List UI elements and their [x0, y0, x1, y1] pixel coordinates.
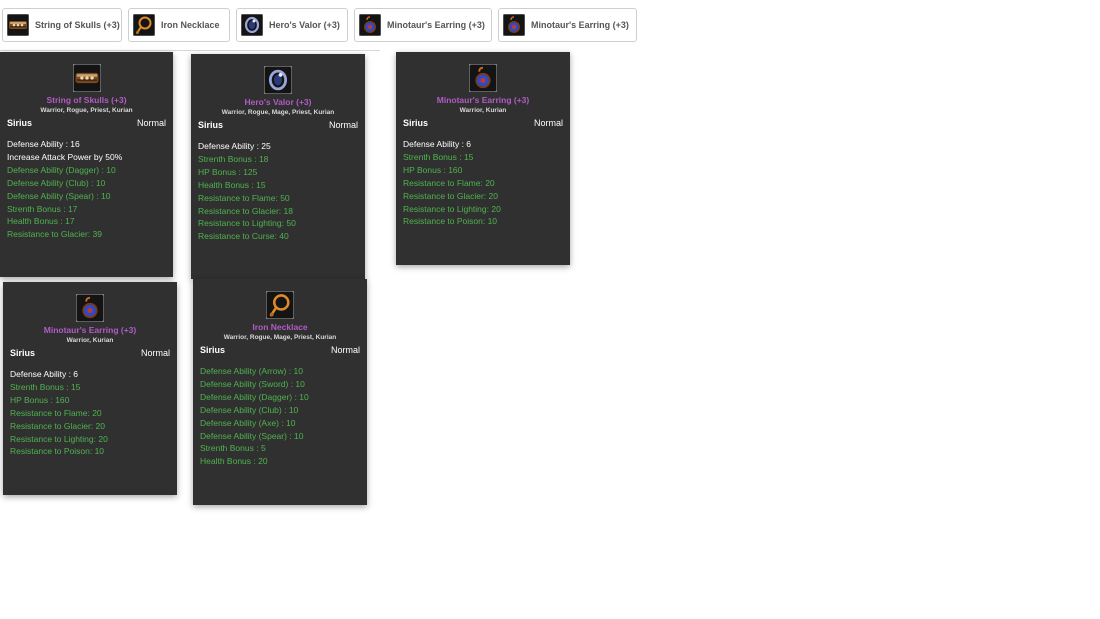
tab-minotaurs-earring-1[interactable]: Minotaur's Earring (+3)	[354, 8, 492, 42]
stat-line: Defense Ability (Axe) : 10	[200, 417, 296, 428]
item-stats: Defense Ability (Arrow) : 10 Defense Abi…	[200, 365, 360, 468]
stat-line: Defense Ability : 6	[403, 139, 472, 149]
stat-line: HP Bonus : 160	[403, 164, 463, 175]
item-classes: Warrior, Kurian	[66, 337, 114, 344]
tab-label: Minotaur's Earring (+3)	[387, 20, 485, 30]
item-tooltip-minotaurs-earring-2: Minotaur's Earring (+3) Warrior, Kurian …	[3, 282, 177, 495]
item-classes: Warrior, Kurian	[459, 107, 507, 114]
tab-minotaurs-earring-2[interactable]: Minotaur's Earring (+3)	[498, 8, 637, 42]
stat-line: Resistance to Poison: 10	[10, 446, 105, 457]
stat-line: Resistance to Glacier: 18	[198, 205, 293, 216]
item-grade: Normal	[140, 348, 170, 358]
item-grade: Normal	[533, 118, 563, 128]
stat-line: Resistance to Lighting: 20	[403, 203, 501, 214]
stat-line: Defense Ability (Dagger) : 10	[200, 391, 309, 402]
stat-line: Resistance to Flame: 20	[403, 177, 495, 188]
stat-line: Strenth Bonus : 5	[200, 443, 266, 454]
earring-icon	[503, 14, 525, 36]
stat-line: Strenth Bonus : 15	[403, 151, 474, 162]
stat-line: Defense Ability : 25	[198, 141, 271, 151]
stat-line: Resistance to Glacier: 20	[403, 190, 498, 201]
stat-line: Resistance to Lighting: 50	[198, 218, 296, 229]
stat-line: HP Bonus : 160	[10, 394, 70, 405]
server-name: Sirius	[198, 120, 224, 130]
stat-line: HP Bonus : 125	[198, 166, 258, 177]
stat-line: Defense Ability (Club) : 10	[200, 404, 299, 415]
item-grade: Normal	[136, 118, 166, 128]
server-name: Sirius	[403, 118, 429, 128]
stat-line: Resistance to Flame: 50	[198, 192, 290, 203]
item-stats: Defense Ability : 6 Strenth Bonus : 15 H…	[403, 138, 563, 228]
stat-line: Resistance to Poison: 10	[403, 216, 498, 227]
stat-line: Resistance to Lighting: 20	[10, 433, 108, 444]
item-name: Minotaur's Earring (+3)	[43, 325, 137, 335]
stat-line: Resistance to Flame: 20	[10, 407, 102, 418]
stat-line: Health Bonus : 20	[200, 456, 268, 467]
item-name: Hero's Valor (+3)	[244, 97, 312, 107]
stat-line: Resistance to Glacier: 20	[10, 420, 105, 431]
item-name: Iron Necklace	[252, 322, 308, 332]
stat-line: Defense Ability : 16	[7, 139, 80, 149]
tab-label: String of Skulls (+3)	[35, 20, 120, 30]
stat-line: Defense Ability (Club) : 10	[7, 177, 106, 188]
ring-icon	[264, 66, 292, 94]
stat-line: Resistance to Glacier: 39	[7, 229, 102, 240]
earring-icon	[469, 64, 497, 92]
tab-string-of-skulls[interactable]: String of Skulls (+3)	[2, 8, 122, 42]
stat-line: Defense Ability : 6	[10, 369, 79, 379]
stat-line: Strenth Bonus : 15	[10, 381, 81, 392]
item-tooltip-string-of-skulls: String of Skulls (+3) Warrior, Rogue, Pr…	[0, 52, 173, 277]
skull-string-icon	[72, 64, 101, 92]
tab-label: Hero's Valor (+3)	[269, 20, 340, 30]
item-tooltip-minotaurs-earring-1: Minotaur's Earring (+3) Warrior, Kurian …	[396, 52, 570, 265]
server-name: Sirius	[7, 118, 33, 128]
tab-label: Iron Necklace	[161, 20, 220, 30]
stat-line: Defense Ability (Spear) : 10	[7, 190, 111, 201]
stat-line: Defense Ability (Arrow) : 10	[200, 366, 303, 376]
skull-string-icon	[7, 14, 29, 36]
tab-iron-necklace[interactable]: Iron Necklace	[128, 8, 230, 42]
item-classes: Warrior, Rogue, Mage, Priest, Kurian	[221, 109, 335, 116]
necklace-icon	[266, 291, 294, 319]
stat-line: Health Bonus : 17	[7, 216, 75, 227]
stat-line: Defense Ability (Spear) : 10	[200, 430, 304, 441]
tab-divider	[0, 50, 380, 51]
ring-icon	[241, 14, 263, 36]
stat-line: Health Bonus : 15	[198, 179, 266, 190]
item-classes: Warrior, Rogue, Mage, Priest, Kurian	[223, 334, 337, 341]
earring-icon	[359, 14, 381, 36]
item-tooltip-iron-necklace: Iron Necklace Warrior, Rogue, Mage, Prie…	[193, 279, 367, 505]
tab-label: Minotaur's Earring (+3)	[531, 20, 629, 30]
server-name: Sirius	[200, 345, 226, 355]
stat-line: Increase Attack Power by 50%	[7, 151, 123, 162]
item-stats: Defense Ability : 6 Strenth Bonus : 15 H…	[10, 368, 170, 458]
necklace-icon	[133, 14, 155, 36]
tab-heros-valor[interactable]: Hero's Valor (+3)	[236, 8, 348, 42]
item-grade: Normal	[328, 120, 358, 130]
item-name: String of Skulls (+3)	[46, 95, 127, 105]
server-name: Sirius	[10, 348, 36, 358]
item-tooltip-heros-valor: Hero's Valor (+3) Warrior, Rogue, Mage, …	[191, 54, 365, 279]
stat-line: Resistance to Curse: 40	[198, 231, 289, 242]
item-stats: Defense Ability : 25 Strenth Bonus : 18 …	[198, 140, 358, 243]
stat-line: Defense Ability (Dagger) : 10	[7, 164, 116, 175]
earring-icon	[76, 294, 104, 322]
item-classes: Warrior, Rogue, Priest, Kurian	[40, 107, 133, 114]
item-name: Minotaur's Earring (+3)	[436, 95, 530, 105]
stat-line: Strenth Bonus : 17	[7, 203, 78, 214]
item-stats: Defense Ability : 16 Increase Attack Pow…	[7, 138, 166, 241]
stat-line: Strenth Bonus : 18	[198, 153, 269, 164]
stat-line: Defense Ability (Sword) : 10	[200, 378, 305, 389]
item-grade: Normal	[330, 345, 360, 355]
